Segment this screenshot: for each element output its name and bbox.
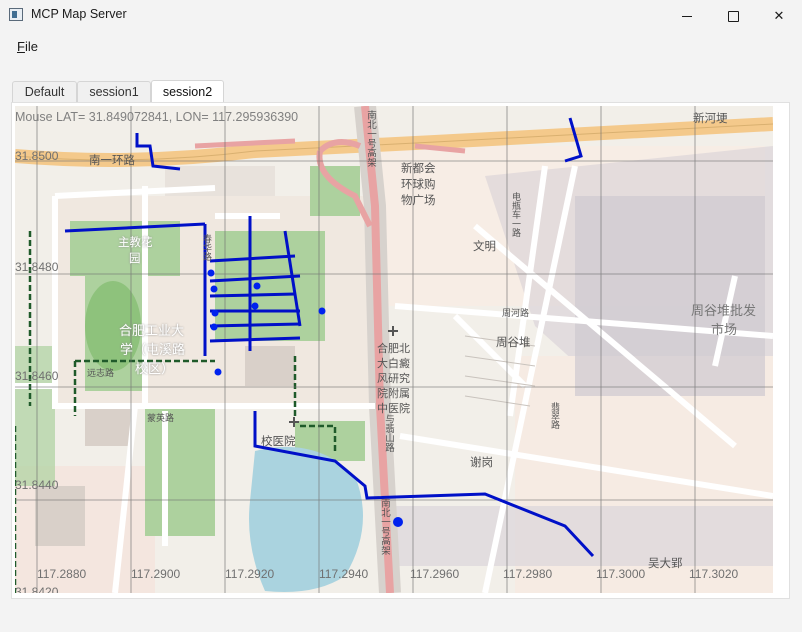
lon-label: 117.2920 <box>225 567 275 581</box>
place-label: 新都会 <box>401 161 436 175</box>
lon-label: 117.2980 <box>503 567 553 581</box>
place-label: 蒙英路 <box>147 414 175 424</box>
place-label: 市场 <box>711 323 738 338</box>
place-label: 新河埂 <box>693 111 728 125</box>
place-label: 吴大郢 <box>648 556 683 570</box>
road-label: 周河路 <box>502 309 530 319</box>
place-label: 合肥北 <box>377 342 410 355</box>
lon-label: 117.2880 <box>37 567 87 581</box>
lat-label: 31.8500 <box>15 149 59 163</box>
place-label: 周谷堆 <box>496 335 531 349</box>
place-label: 南一环路 <box>89 153 135 167</box>
lon-label: 117.2900 <box>131 567 181 581</box>
lon-label: 117.2960 <box>410 567 460 581</box>
place-label: 谢岗 <box>470 455 493 469</box>
place-label: 院附属 <box>377 387 410 400</box>
lat-label: 31.8440 <box>15 478 59 492</box>
place-label: 大白癜 <box>377 357 410 370</box>
place-label: 校医院 <box>261 434 296 448</box>
tab-session2[interactable]: session2 <box>151 80 224 103</box>
place-label: 文明 <box>473 239 496 253</box>
menu-bar: File <box>0 32 802 60</box>
minimize-icon <box>682 15 692 17</box>
place-label: 主教花 <box>118 235 153 249</box>
mouse-coordinates: Mouse LAT= 31.849072841, LON= 117.295936… <box>15 110 299 124</box>
road-label: 与翡山路 <box>383 414 394 452</box>
app-icon <box>9 8 23 21</box>
close-button[interactable]: ✕ <box>756 0 802 32</box>
place-label: 环球购 <box>401 177 436 191</box>
road-label: 春华路 <box>201 234 211 261</box>
place-label: 物广场 <box>401 193 436 207</box>
place-label: 学（屯溪路 <box>120 343 186 358</box>
lon-label: 117.3000 <box>596 567 646 581</box>
tab-default[interactable]: Default <box>12 81 77 102</box>
road-label: 南北一号高架 <box>379 498 390 555</box>
lat-label: 31.8480 <box>15 260 59 274</box>
title-bar: MCP Map Server ✕ <box>0 0 802 32</box>
place-label: 远志路 <box>87 369 115 379</box>
road-label: 南北一号高架 <box>365 110 376 167</box>
lon-label: 117.3020 <box>689 567 739 581</box>
place-label: 周谷堆批发 <box>691 304 757 319</box>
minimize-button[interactable] <box>664 0 710 32</box>
lon-label: 117.2940 <box>319 567 369 581</box>
place-label: 校区） <box>135 362 175 377</box>
place-label: 风研究 <box>377 372 410 385</box>
road-label: 翡翠路 <box>549 402 559 429</box>
lat-label: 31.8460 <box>15 369 59 383</box>
maximize-button[interactable] <box>710 0 756 32</box>
menu-file[interactable]: File <box>17 39 38 54</box>
place-label: 合肥工业大 <box>119 324 185 339</box>
close-icon: ✕ <box>773 8 785 23</box>
tab-session1[interactable]: session1 <box>77 81 151 102</box>
road-label: 电瓶车一路 <box>510 192 520 237</box>
map-view[interactable]: Mouse LAT= 31.849072841, LON= 117.295936… <box>15 106 773 593</box>
place-label: 园 <box>129 251 141 265</box>
maximize-icon <box>727 10 739 22</box>
lat-label: 31.8420 <box>15 585 59 593</box>
window-title: MCP Map Server <box>31 7 127 21</box>
